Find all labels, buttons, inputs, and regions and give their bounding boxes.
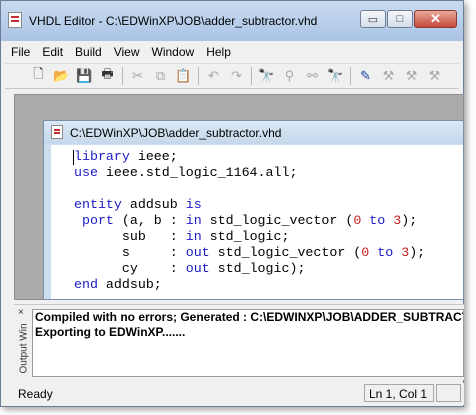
menu-window[interactable]: Window: [146, 45, 201, 59]
minimize-button[interactable]: ▭: [360, 10, 386, 28]
title-bar[interactable]: VHDL Editor - C:\EDWinXP\JOB\adder_subtr…: [1, 1, 463, 41]
document-title-bar[interactable]: C:\EDWinXP\JOB\adder_subtractor.vhd: [44, 121, 463, 144]
toolbar-separator: [198, 67, 199, 85]
output-close-icon[interactable]: ×: [18, 307, 24, 318]
undo-icon[interactable]: ↶: [202, 66, 225, 86]
compile-icon[interactable]: ✎: [354, 66, 377, 86]
replace-icon[interactable]: ⚯: [301, 66, 324, 86]
status-panel: [436, 384, 461, 402]
document-icon[interactable]: [51, 125, 63, 139]
print-icon[interactable]: 🖶: [96, 66, 119, 86]
find-icon[interactable]: 🔭: [255, 66, 278, 86]
mdi-client-area: C:\EDWinXP\JOB\adder_subtractor.vhd libr…: [14, 94, 464, 300]
cut-icon[interactable]: ✂: [126, 66, 149, 86]
window-title: VHDL Editor - C:\EDWinXP\JOB\adder_subtr…: [29, 14, 318, 28]
output-line: Exporting to EDWinXP.......: [35, 325, 186, 339]
toolbar-separator: [122, 67, 123, 85]
output-window: × Output Win Compiled with no errors; Ge…: [14, 304, 464, 380]
document-window: C:\EDWinXP\JOB\adder_subtractor.vhd libr…: [43, 120, 464, 300]
menu-view[interactable]: View: [108, 45, 146, 59]
build-all-icon[interactable]: ⚒: [400, 66, 423, 86]
paste-icon[interactable]: 📋: [172, 66, 195, 86]
close-button[interactable]: ✕: [414, 10, 457, 28]
menu-bar: File Edit Build View Window Help: [5, 42, 459, 62]
menu-help[interactable]: Help: [200, 45, 237, 59]
new-file-icon[interactable]: 🗋: [27, 66, 50, 86]
maximize-button[interactable]: □: [387, 10, 413, 28]
find-next-icon[interactable]: ⚲: [278, 66, 301, 86]
code-editor[interactable]: library ieee; use ieee.std_logic_1164.al…: [51, 145, 463, 299]
copy-icon[interactable]: ⧉: [149, 66, 172, 86]
app-icon[interactable]: [8, 12, 22, 28]
toolbar: 🗋 📂 💾 🖶 ✂ ⧉ 📋 ↶ ↷ 🔭 ⚲ ⚯ 🔭 ✎ ⚒ ⚒ ⚒: [5, 63, 459, 89]
menu-edit[interactable]: Edit: [36, 45, 69, 59]
output-line: Compiled with no errors; Generated : C:\…: [35, 310, 463, 324]
menu-file[interactable]: File: [5, 45, 36, 59]
build-icon[interactable]: ⚒: [377, 66, 400, 86]
open-folder-icon[interactable]: 📂: [50, 66, 73, 86]
window-controls: ▭ □ ✕: [359, 10, 457, 28]
status-text: Ready: [18, 387, 53, 401]
toolbar-separator: [350, 67, 351, 85]
toolbar-separator: [251, 67, 252, 85]
document-title: C:\EDWinXP\JOB\adder_subtractor.vhd: [70, 126, 282, 140]
output-sidebar: × Output Win: [14, 305, 31, 380]
find-red-icon[interactable]: 🔭: [324, 66, 347, 86]
save-icon[interactable]: 💾: [73, 66, 96, 86]
stop-build-icon[interactable]: ⚒: [423, 66, 446, 86]
output-window-label: Output Win: [18, 323, 30, 374]
cursor-position: Ln 1, Col 1: [364, 384, 434, 402]
redo-icon[interactable]: ↷: [225, 66, 248, 86]
status-bar: Ready Ln 1, Col 1: [14, 383, 464, 405]
output-text-area[interactable]: Compiled with no errors; Generated : C:\…: [32, 309, 464, 377]
code-text: library ieee; use ieee.std_logic_1164.al…: [74, 149, 426, 292]
menu-build[interactable]: Build: [69, 45, 108, 59]
